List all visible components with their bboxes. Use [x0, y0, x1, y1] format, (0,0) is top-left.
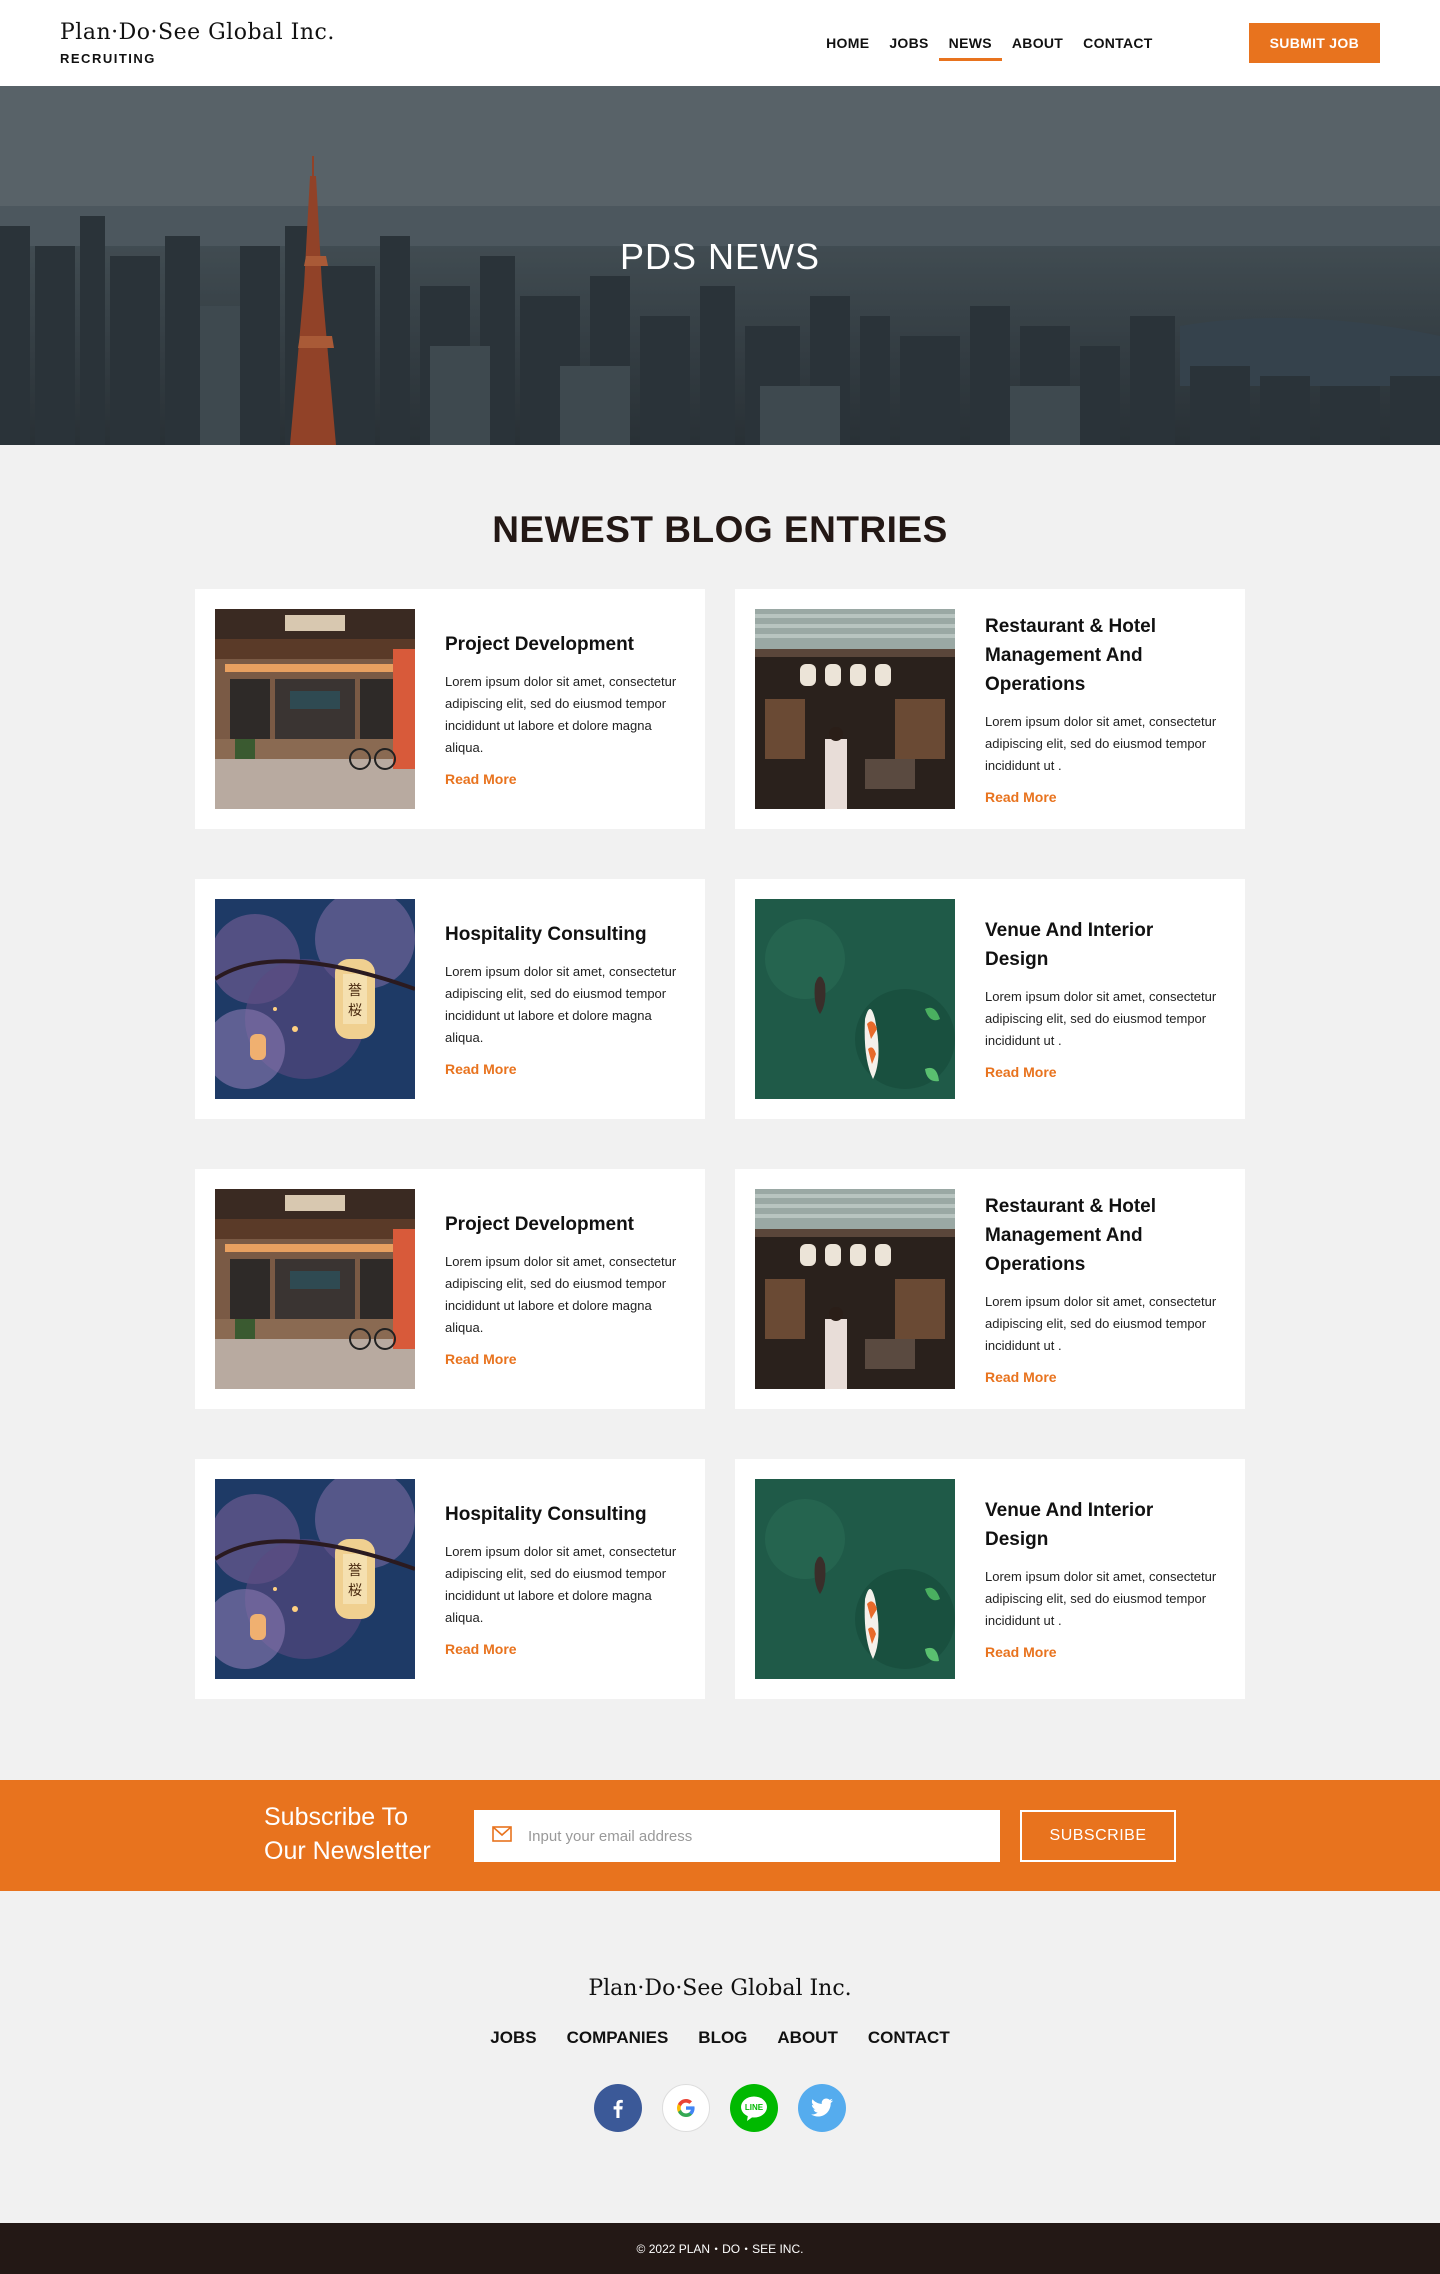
blog-card-body: Venue And Interior Design Lorem ipsum dol…	[985, 916, 1220, 1082]
blog-card-excerpt: Lorem ipsum dolor sit amet, consectetur …	[985, 989, 1217, 1048]
nav-jobs[interactable]: JOBS	[889, 23, 928, 63]
blog-card-excerpt: Lorem ipsum dolor sit amet, consectetur …	[985, 713, 1217, 773]
blog-card-excerpt: Lorem ipsum dolor sit amet, consectetur …	[445, 1543, 677, 1625]
hero-title: PDS NEWS	[619, 236, 821, 277]
line-icon[interactable]: LINE	[730, 2084, 778, 2132]
blog-card-body: Restaurant & Hotel Management And Operat…	[985, 612, 1220, 807]
nav-news[interactable]: NEWS	[938, 23, 1003, 63]
subscribe-button[interactable]: SUBSCRIBE	[1020, 1810, 1176, 1862]
newsletter-title-line1: Subscribe To	[264, 1803, 409, 1831]
blog-card[interactable]: Project Development Lorem ipsum dolor sit…	[195, 589, 705, 829]
read-more-link[interactable]: Read More	[985, 789, 1057, 805]
brand-logo[interactable]: Plan·Do·See Global Inc. RECRUITING	[60, 20, 335, 66]
footer-brand: Plan·Do·See Global Inc.	[588, 1976, 852, 2001]
footer-link-companies[interactable]: COMPANIES	[567, 2028, 669, 2048]
mail-icon	[492, 1825, 512, 1847]
read-more-link[interactable]: Read More	[445, 771, 517, 787]
blog-card-body: Restaurant & Hotel Management And Operat…	[985, 1192, 1220, 1387]
social-links: LINE	[0, 2084, 1440, 2132]
blog-card-excerpt: Lorem ipsum dolor sit amet, consectetur …	[985, 1293, 1217, 1353]
blog-card-image[interactable]: 誉桜	[215, 899, 415, 1099]
blog-card-title[interactable]: Restaurant & Hotel Management And Operat…	[985, 612, 1220, 699]
blog-card-body: Venue And Interior Design Lorem ipsum dol…	[985, 1496, 1220, 1662]
read-more-link[interactable]: Read More	[985, 1369, 1057, 1385]
read-more-link[interactable]: Read More	[985, 1644, 1057, 1660]
copyright-text: © 2022 PLAN・DO・SEE INC.	[636, 2242, 804, 2256]
blog-card[interactable]: Venue And Interior Design Lorem ipsum dol…	[735, 1459, 1245, 1699]
read-more-link[interactable]: Read More	[445, 1061, 517, 1077]
blog-card-body: Project Development Lorem ipsum dolor sit…	[445, 1210, 680, 1369]
hero-banner: PDS NEWS	[0, 86, 1440, 445]
main-nav: HOME JOBS NEWS ABOUT CONTACT SUBMIT JOB	[816, 23, 1380, 63]
submit-job-button[interactable]: SUBMIT JOB	[1248, 23, 1380, 63]
blog-card-excerpt: Lorem ipsum dolor sit amet, consectetur …	[985, 1569, 1217, 1628]
blog-card-body: Hospitality Consulting Lorem ipsum dolor …	[445, 1500, 680, 1659]
read-more-link[interactable]: Read More	[445, 1351, 517, 1367]
blog-card-title[interactable]: Hospitality Consulting	[445, 1500, 680, 1529]
facebook-icon[interactable]	[594, 2084, 642, 2132]
blog-card-body: Project Development Lorem ipsum dolor sit…	[445, 630, 680, 789]
blog-card[interactable]: Restaurant & Hotel Management And Operat…	[735, 589, 1245, 829]
footer-link-jobs[interactable]: JOBS	[490, 2028, 536, 2048]
nav-about[interactable]: ABOUT	[1012, 23, 1063, 63]
svg-text:桜: 桜	[348, 1003, 362, 1019]
blog-card-title[interactable]: Project Development	[445, 1210, 680, 1239]
email-field[interactable]	[474, 1810, 1000, 1862]
nav-home[interactable]: HOME	[826, 23, 869, 63]
blog-card[interactable]: Project Development Lorem ipsum dolor sit…	[195, 1169, 705, 1409]
newsletter-bar: Subscribe To Our Newsletter SUBSCRIBE	[0, 1780, 1440, 1891]
newsletter-title-line2: Our Newsletter	[264, 1837, 431, 1865]
brand-subtitle: RECRUITING	[60, 51, 156, 66]
svg-text:LINE: LINE	[745, 2103, 764, 2112]
blog-card-excerpt: Lorem ipsum dolor sit amet, consectetur …	[445, 1253, 677, 1335]
blog-card-excerpt: Lorem ipsum dolor sit amet, consectetur …	[445, 673, 677, 755]
blog-card[interactable]: 誉桜 Hospitality Consulting Lorem ipsum dolo…	[195, 879, 705, 1119]
blog-card-title[interactable]: Project Development	[445, 630, 680, 659]
blog-card[interactable]: Restaurant & Hotel Management And Operat…	[735, 1169, 1245, 1409]
blog-card[interactable]: 誉桜 Hospitality Consulting Lorem ipsum dolo…	[195, 1459, 705, 1699]
google-icon[interactable]	[662, 2084, 710, 2132]
blog-card-image[interactable]: 誉桜	[215, 1479, 415, 1679]
email-input[interactable]	[526, 1826, 970, 1846]
read-more-link[interactable]: Read More	[985, 1064, 1057, 1080]
footer-link-about[interactable]: ABOUT	[777, 2028, 837, 2048]
newsletter-title: Subscribe To Our Newsletter	[264, 1800, 431, 1868]
blog-section: NEWEST BLOG ENTRIES Project Development L…	[0, 445, 1440, 1699]
nav-contact[interactable]: CONTACT	[1083, 23, 1153, 63]
blog-card-title[interactable]: Venue And Interior Design	[985, 1496, 1220, 1554]
twitter-icon[interactable]	[798, 2084, 846, 2132]
read-more-link[interactable]: Read More	[445, 1641, 517, 1657]
blog-card-title[interactable]: Hospitality Consulting	[445, 920, 680, 949]
svg-text:誉: 誉	[348, 1563, 362, 1579]
blog-card-title[interactable]: Venue And Interior Design	[985, 916, 1220, 974]
svg-text:誉: 誉	[348, 983, 362, 999]
footer-link-blog[interactable]: BLOG	[698, 2028, 747, 2048]
footer-link-contact[interactable]: CONTACT	[868, 2028, 950, 2048]
blog-card-image[interactable]	[215, 609, 415, 809]
blog-card[interactable]: Venue And Interior Design Lorem ipsum dol…	[735, 879, 1245, 1119]
copyright-bar: © 2022 PLAN・DO・SEE INC.	[0, 2223, 1440, 2274]
blog-card-image[interactable]	[755, 1189, 955, 1389]
blog-card-image[interactable]	[215, 1189, 415, 1389]
blog-card-image[interactable]	[755, 1479, 955, 1679]
blog-grid: Project Development Lorem ipsum dolor sit…	[195, 589, 1245, 1699]
blog-card-body: Hospitality Consulting Lorem ipsum dolor …	[445, 920, 680, 1079]
site-header: Plan·Do·See Global Inc. RECRUITING HOME …	[0, 0, 1440, 86]
blog-card-excerpt: Lorem ipsum dolor sit amet, consectetur …	[445, 963, 677, 1045]
brand-name: Plan·Do·See Global Inc.	[60, 20, 335, 45]
blog-card-image[interactable]	[755, 609, 955, 809]
section-title: NEWEST BLOG ENTRIES	[492, 509, 948, 550]
blog-card-image[interactable]	[755, 899, 955, 1099]
footer-nav: JOBS COMPANIES BLOG ABOUT CONTACT	[0, 2028, 1440, 2048]
blog-card-title[interactable]: Restaurant & Hotel Management And Operat…	[985, 1192, 1220, 1279]
svg-text:桜: 桜	[348, 1583, 362, 1599]
